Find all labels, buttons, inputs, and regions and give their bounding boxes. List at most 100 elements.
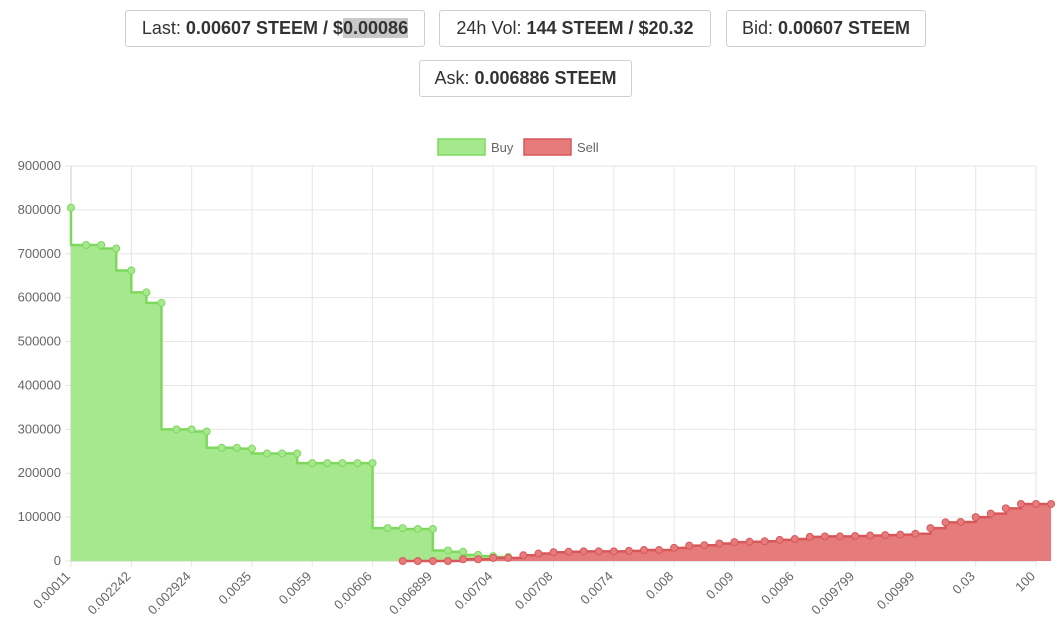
buy-point: [247, 444, 256, 453]
sell-point: [1001, 504, 1010, 513]
buy-point: [413, 524, 422, 533]
sell-point: [579, 547, 588, 556]
sell-point: [835, 532, 844, 541]
y-tick-label: 0: [54, 553, 61, 568]
y-tick-label: 400000: [18, 377, 61, 392]
sell-point: [820, 532, 829, 541]
y-tick-label: 300000: [18, 421, 61, 436]
x-tick-label: 0.0035: [215, 569, 254, 608]
x-tick-label: 0.008: [643, 569, 677, 603]
buy-point: [443, 546, 452, 555]
buy-point: [157, 298, 166, 307]
buy-point: [459, 547, 468, 556]
x-tick-label: 0.006899: [386, 569, 435, 618]
legend-label-sell: Sell: [577, 140, 599, 155]
sell-point: [700, 541, 709, 550]
sell-point: [851, 531, 860, 540]
buy-point: [308, 459, 317, 468]
x-tick-label: 100: [1012, 569, 1038, 595]
sell-point: [398, 557, 407, 565]
sell-point: [730, 538, 739, 547]
sell-point: [474, 555, 483, 564]
sell-point: [881, 531, 890, 540]
legend-label-buy: Buy: [491, 140, 514, 155]
sell-point: [1047, 499, 1056, 508]
sell-point: [459, 555, 468, 564]
x-tick-label: 0.00704: [451, 569, 495, 613]
sell-point: [866, 531, 875, 540]
x-tick-label: 0.00708: [512, 569, 556, 613]
sell-point: [1032, 499, 1040, 508]
sell-point: [609, 547, 618, 556]
buy-point: [383, 524, 392, 533]
sell-area: [402, 503, 1052, 561]
sell-point: [504, 553, 513, 562]
buy-point: [97, 241, 106, 249]
buy-point: [278, 449, 287, 458]
x-tick-label: 0.002242: [84, 569, 133, 618]
x-tick-label: 0.002924: [145, 569, 194, 618]
sell-point: [926, 524, 935, 533]
buy-point: [398, 524, 407, 533]
buy-point: [172, 425, 181, 434]
sell-point: [534, 549, 543, 558]
buy-point: [353, 459, 362, 468]
buy-point: [293, 449, 302, 458]
sell-point: [564, 547, 573, 556]
y-tick-label: 100000: [18, 509, 61, 524]
buy-point: [127, 266, 136, 275]
y-tick-label: 900000: [18, 158, 61, 173]
buy-point: [217, 443, 226, 452]
sell-point: [896, 530, 905, 539]
y-tick-label: 800000: [18, 202, 61, 217]
legend-swatch-buy: [437, 138, 486, 156]
sell-point: [911, 529, 920, 538]
x-tick-label: 0.03: [949, 569, 978, 598]
sell-point: [519, 551, 528, 560]
buy-point: [323, 459, 332, 468]
y-tick-label: 500000: [18, 334, 61, 349]
x-tick-label: 0.00011: [30, 569, 73, 612]
sell-point: [805, 532, 814, 541]
y-tick-label: 200000: [18, 465, 61, 480]
sell-point: [639, 546, 648, 555]
sell-point: [971, 513, 980, 522]
y-tick-label: 700000: [18, 246, 61, 261]
x-tick-label: 0.0096: [758, 569, 797, 608]
x-tick-label: 0.00999: [874, 569, 918, 613]
buy-point: [232, 443, 241, 452]
y-tick-label: 600000: [18, 290, 61, 305]
sell-point: [986, 509, 995, 518]
x-tick-label: 0.0059: [276, 569, 315, 608]
sell-point: [413, 557, 422, 565]
buy-point: [142, 288, 151, 297]
sell-point: [941, 518, 950, 527]
sell-point: [760, 537, 769, 546]
x-tick-label: 0.0074: [577, 569, 616, 608]
buy-point: [67, 203, 75, 212]
sell-point: [715, 539, 724, 548]
sell-point: [443, 557, 452, 565]
buy-point: [428, 524, 437, 533]
sell-point: [775, 535, 784, 544]
sell-point: [655, 546, 664, 555]
sell-point: [670, 543, 679, 552]
x-tick-label: 0.00606: [331, 569, 375, 613]
sell-point: [745, 537, 754, 546]
buy-point: [82, 241, 91, 249]
sell-point: [428, 557, 437, 565]
x-tick-label: 0.009: [703, 569, 737, 603]
buy-point: [187, 425, 196, 434]
buy-point: [202, 427, 211, 436]
sell-point: [594, 547, 603, 556]
sell-point: [956, 517, 965, 526]
sell-point: [489, 553, 498, 562]
buy-point: [368, 459, 377, 468]
x-tick-label: 0.009799: [808, 569, 857, 618]
sell-point: [790, 535, 799, 544]
buy-point: [263, 449, 272, 458]
buy-point: [112, 244, 121, 253]
sell-point: [624, 546, 633, 555]
buy-point: [338, 459, 347, 468]
sell-point: [549, 548, 558, 557]
